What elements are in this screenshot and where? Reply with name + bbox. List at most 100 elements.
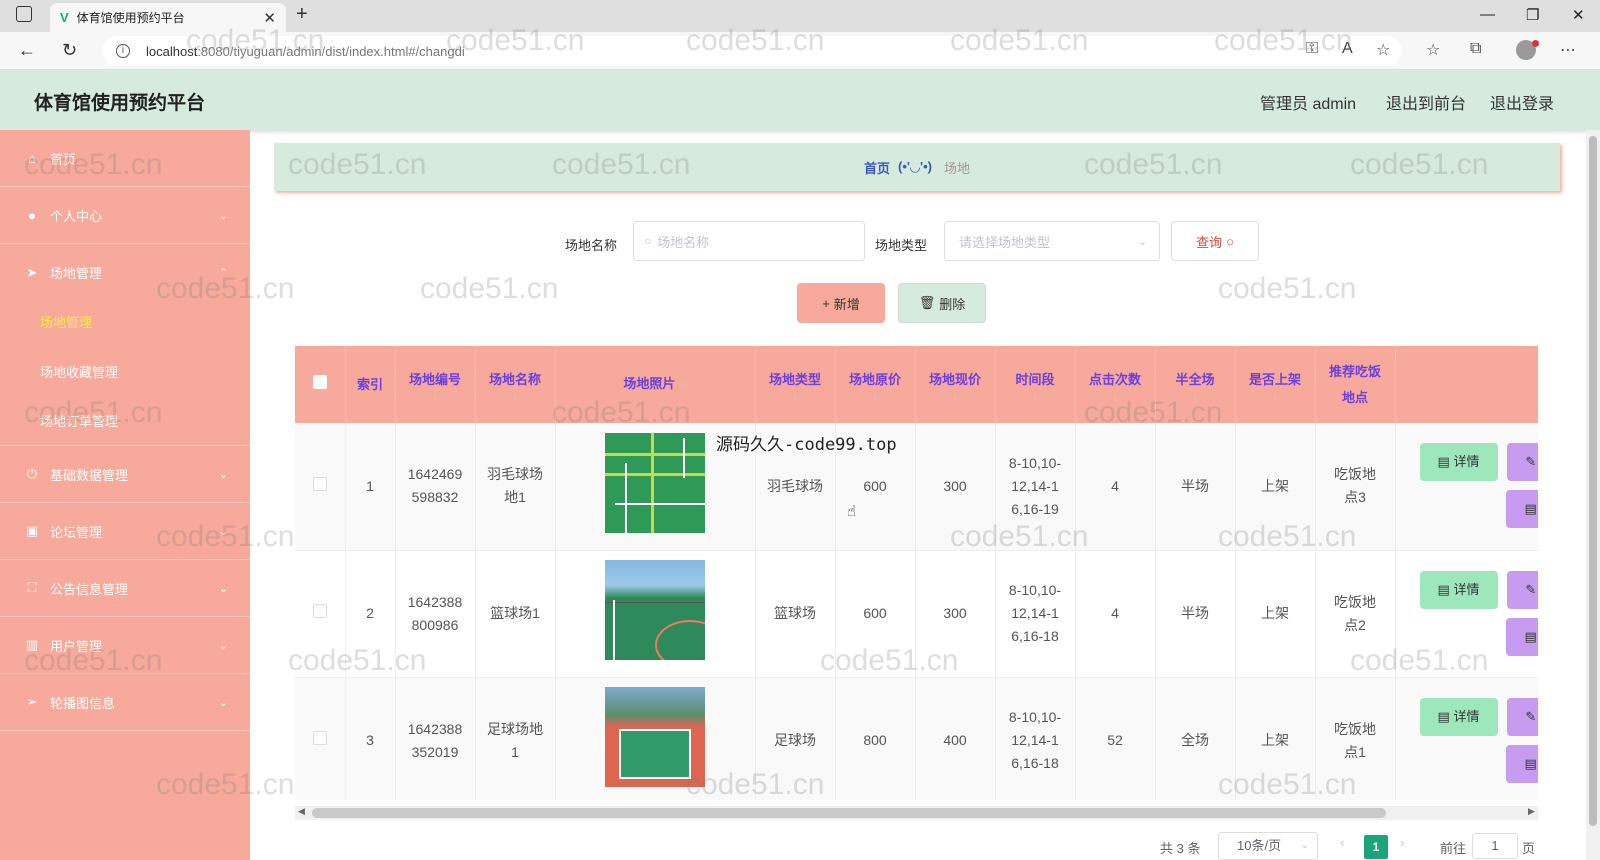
select-all-header bbox=[295, 346, 346, 423]
edit-button[interactable]: ✎ bbox=[1507, 570, 1538, 609]
sort-icon[interactable]: ⬍ bbox=[1156, 393, 1235, 403]
page-size-select[interactable]: 10条/页 ⌄ bbox=[1218, 832, 1318, 860]
url-path: :8080/tiyuguan/admin/dist/index.html#/ch… bbox=[197, 43, 465, 59]
browser-sidebar-icon[interactable] bbox=[16, 6, 32, 22]
chevron-down-icon: ⌄ bbox=[218, 468, 228, 481]
site-info-icon[interactable]: i bbox=[116, 44, 130, 58]
cell-onshelf: 上架 bbox=[1235, 550, 1316, 678]
row-checkbox[interactable] bbox=[312, 731, 327, 745]
page-scroll-thumb[interactable] bbox=[1589, 136, 1597, 826]
scroll-right-icon[interactable]: ▶ bbox=[1528, 806, 1535, 817]
sort-icon[interactable]: ⬍ bbox=[996, 393, 1075, 403]
maximize-icon[interactable]: ❐ bbox=[1526, 6, 1539, 24]
venue-photo-badminton[interactable] bbox=[605, 432, 705, 533]
header-time[interactable]: 时间段 ⬍ bbox=[995, 346, 1076, 423]
reload-icon[interactable]: ↻ bbox=[62, 40, 77, 61]
logout-link[interactable]: 退出登录 bbox=[1490, 90, 1554, 114]
read-aloud-icon[interactable]: A bbox=[1342, 40, 1353, 58]
sidebar-item-personal[interactable]: ● 个人中心 ⌄ bbox=[0, 187, 250, 244]
to-front-link[interactable]: 退出到前台 bbox=[1386, 90, 1466, 114]
row-checkbox[interactable] bbox=[312, 476, 327, 491]
delete-button[interactable]: 🗑 删除 bbox=[898, 283, 986, 323]
cell-time: 8-10,10-12,14-16,16-19 bbox=[995, 423, 1076, 551]
sort-icon[interactable]: ⬍ bbox=[679, 380, 687, 390]
sort-icon[interactable]: ⬍ bbox=[396, 393, 475, 403]
url-input[interactable]: i localhost:8080/tiyuguan/admin/dist/ind… bbox=[102, 36, 1402, 66]
sidebar-item-basedata[interactable]: ⏻ 基础数据管理 ⌄ bbox=[0, 446, 250, 503]
browser-tab[interactable]: V 体育馆使用预约平台 ✕ bbox=[50, 3, 286, 32]
sidebar-item-home[interactable]: ⌂ 首页 bbox=[0, 130, 250, 187]
detail-button[interactable]: ▤ 详情 bbox=[1419, 697, 1498, 736]
more-icon[interactable]: ⋯ bbox=[1560, 40, 1576, 60]
chart-icon: ▥ bbox=[25, 637, 39, 652]
sidebar-subitem-venue-manage[interactable]: 场地管理 bbox=[0, 296, 250, 346]
more-button[interactable]: ▤ bbox=[1506, 744, 1538, 783]
delete-label: 删除 bbox=[939, 296, 966, 312]
header-photo[interactable]: 场地照片 ⬍ bbox=[555, 346, 756, 423]
sidebar-item-users[interactable]: ▥ 用户管理 ⌄ bbox=[0, 617, 250, 674]
new-tab-icon[interactable]: + bbox=[296, 3, 308, 26]
sort-icon[interactable]: ⬍ bbox=[916, 393, 995, 403]
header-type[interactable]: 场地类型 ⬍ bbox=[755, 346, 836, 423]
sidebar-item-notice[interactable]: ⛶ 公告信息管理 ⌄ bbox=[0, 560, 250, 617]
detail-button[interactable]: ▤ 详情 bbox=[1419, 443, 1498, 481]
sort-icon[interactable]: ⬍ bbox=[756, 393, 835, 403]
header-name[interactable]: 场地名称 ⬍ bbox=[475, 346, 556, 423]
goto-page-input[interactable]: 1 bbox=[1472, 833, 1518, 859]
edit-button[interactable]: ✎ bbox=[1507, 697, 1538, 736]
user-icon: ● bbox=[28, 207, 36, 223]
window-close-icon[interactable]: ✕ bbox=[1572, 6, 1585, 24]
collections-icon[interactable]: ⧉ bbox=[1470, 40, 1481, 58]
prev-page-icon[interactable]: ‹ bbox=[1340, 835, 1344, 850]
table-scroll-thumb[interactable] bbox=[312, 808, 1386, 818]
sort-icon[interactable]: ⬍ bbox=[1236, 393, 1315, 403]
tab-close-icon[interactable]: ✕ bbox=[263, 9, 276, 27]
header-orig-price[interactable]: 场地原价 ⬍ bbox=[835, 346, 916, 423]
table-row[interactable]: 3 1642388352019 足球场地1 足球场 800 400 8-10,1… bbox=[295, 677, 1538, 800]
header-price[interactable]: 场地现价 ⬍ bbox=[915, 346, 996, 423]
table-row[interactable]: 1 1642469598832 羽毛球场地1 羽毛球场 600 300 8-10… bbox=[295, 423, 1538, 551]
header-half[interactable]: 半全场 ⬍ bbox=[1155, 346, 1236, 423]
cell-dining: 吃饭地点2 bbox=[1315, 550, 1396, 678]
sidebar-item-carousel[interactable]: ➢ 轮播图信息 ⌄ bbox=[0, 674, 250, 731]
cell-code: 1642469598832 bbox=[395, 423, 476, 551]
sort-icon[interactable]: ⬍ bbox=[476, 393, 555, 403]
breadcrumb-home[interactable]: 首页 bbox=[864, 158, 890, 177]
venue-name-input[interactable]: ○ 场地名称 bbox=[633, 221, 865, 261]
back-icon[interactable]: ← bbox=[18, 40, 36, 61]
app-header: 体育馆使用预约平台 管理员 admin 退出到前台 退出登录 bbox=[0, 70, 1600, 130]
more-button[interactable]: ▤ bbox=[1506, 617, 1538, 656]
header-dining[interactable]: 推荐吃饭地点 bbox=[1315, 346, 1396, 423]
header-clicks[interactable]: 点击次数 ⬍ bbox=[1075, 346, 1156, 423]
header-code[interactable]: 场地编号 ⬍ bbox=[395, 346, 476, 423]
sidebar-subitem-orders[interactable]: 场地订单管理 bbox=[0, 396, 250, 446]
key-icon[interactable]: ⚿ bbox=[1306, 40, 1318, 58]
next-page-icon[interactable]: › bbox=[1400, 835, 1404, 850]
page-number-current[interactable]: 1 bbox=[1364, 835, 1388, 859]
add-button[interactable]: + 新增 bbox=[797, 283, 885, 323]
favorites-icon[interactable]: ☆ bbox=[1426, 40, 1440, 60]
favorite-add-icon[interactable]: ☆ bbox=[1376, 40, 1390, 60]
detail-button[interactable]: ▤ 详情 bbox=[1419, 570, 1498, 609]
select-all-checkbox[interactable] bbox=[312, 374, 327, 389]
table-row[interactable]: 2 1642388800986 篮球场1 篮球场 600 300 8-10,10… bbox=[295, 550, 1538, 678]
sidebar-item-forum[interactable]: ▣ 论坛管理 ⌄ bbox=[0, 503, 250, 560]
scroll-left-icon[interactable]: ◀ bbox=[298, 806, 305, 817]
venue-photo-basketball[interactable] bbox=[605, 560, 705, 660]
venue-type-select[interactable]: 请选择场地类型 ⌄ bbox=[944, 221, 1160, 261]
cell-half: 半场 bbox=[1155, 423, 1236, 551]
sort-icon[interactable]: ⬍ bbox=[1076, 393, 1155, 403]
minimize-icon[interactable]: — bbox=[1480, 6, 1495, 23]
more-button[interactable]: ▤ bbox=[1506, 490, 1538, 528]
venue-photo-football[interactable] bbox=[605, 687, 705, 787]
sidebar-subitem-favorites[interactable]: 场地收藏管理 bbox=[0, 346, 250, 396]
sidebar-item-venue[interactable]: ➤ 场地管理 ⌃ bbox=[0, 244, 250, 301]
chevron-up-icon: ⌃ bbox=[218, 267, 228, 279]
query-button[interactable]: 查询 ○ bbox=[1171, 221, 1259, 261]
edit-button[interactable]: ✎ bbox=[1507, 443, 1538, 481]
header-onshelf[interactable]: 是否上架 ⬍ bbox=[1235, 346, 1316, 423]
cell-actions: ▤ 详情 ✎ ▤ bbox=[1395, 550, 1538, 678]
sort-icon[interactable]: ⬍ bbox=[836, 393, 915, 403]
doc-icon: ▤ bbox=[1524, 628, 1537, 644]
row-checkbox[interactable] bbox=[312, 604, 327, 618]
